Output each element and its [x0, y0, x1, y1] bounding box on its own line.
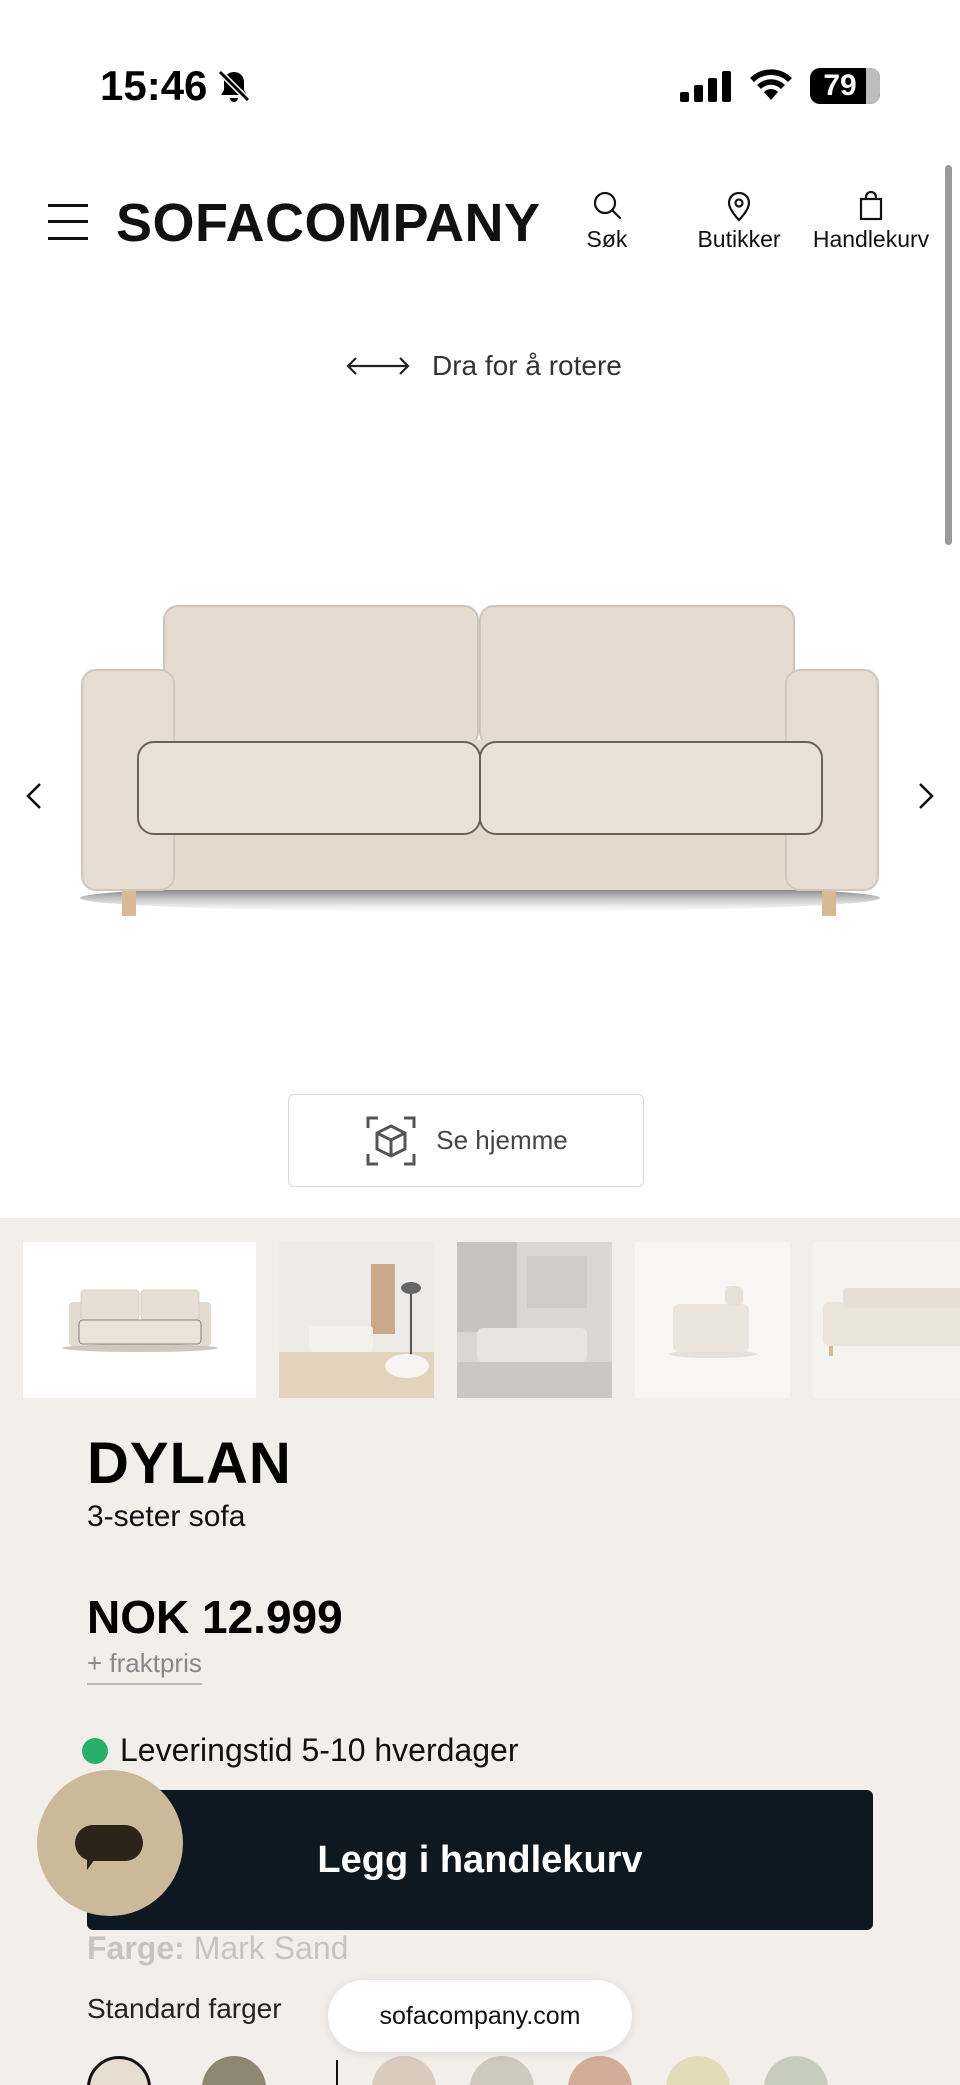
nav-search-label: Søk [586, 226, 628, 252]
menu-icon[interactable] [48, 200, 88, 244]
color-value: Mark Sand [193, 1930, 349, 1966]
see-at-home-button[interactable]: Se hjemme [288, 1094, 644, 1187]
add-to-cart-label: Legg i handlekurv [317, 1838, 643, 1881]
thumbnail-sofa-front[interactable] [23, 1242, 256, 1398]
swatch-divider [336, 2060, 338, 2085]
nav-search[interactable]: Søk [580, 190, 634, 253]
thumbnail-living-room-2[interactable] [457, 1242, 612, 1398]
battery-icon: 79 [810, 68, 880, 104]
browser-url: sofacompany.com [379, 2001, 581, 2030]
search-icon [593, 191, 622, 220]
standard-colors-label: Standard farger [87, 1993, 282, 2024]
thumbnail-sofa-side[interactable] [635, 1242, 790, 1398]
nav-stores-label: Butikker [697, 226, 781, 252]
see-at-home-label: Se hjemme [436, 1125, 568, 1155]
scrollbar[interactable] [945, 165, 952, 545]
bell-off-icon [217, 69, 251, 103]
ar-cube-icon [366, 1116, 416, 1165]
status-bar: 15:46 79 [0, 0, 960, 140]
thumbnail-sofa-angle[interactable] [813, 1242, 960, 1398]
color-selection-label: Farge: Mark Sand [87, 1930, 348, 1967]
nav-cart[interactable]: Handlekurv [808, 190, 934, 253]
wifi-icon [750, 69, 792, 100]
battery-level: 79 [823, 69, 857, 102]
delivery-time: Leveringstid 5-10 hverdager [82, 1732, 518, 1769]
horizontal-arrows-icon [346, 357, 410, 375]
chevron-right-icon[interactable] [914, 776, 938, 816]
status-time: 15:46 [100, 62, 208, 109]
add-to-cart-button[interactable]: Legg i handlekurv [87, 1790, 873, 1930]
location-pin-icon [727, 191, 751, 222]
product-subtitle: 3-seter sofa [87, 1500, 246, 1533]
in-stock-dot-icon [82, 1737, 108, 1764]
browser-url-bar[interactable]: sofacompany.com [328, 1980, 632, 2052]
shopping-bag-icon [859, 190, 883, 221]
cell-signal-icon [680, 70, 731, 102]
color-label: Farge: [87, 1930, 185, 1966]
thumbnail-living-room-1[interactable] [279, 1242, 434, 1398]
nav-cart-label: Handlekurv [812, 226, 930, 252]
shipping-price-link[interactable]: + fraktpris [87, 1648, 202, 1685]
product-price: NOK 12.999 [87, 1591, 343, 1643]
site-logo[interactable]: SOFACOMPANY [116, 192, 541, 254]
sofa-3d-image[interactable] [60, 590, 920, 930]
chevron-left-icon[interactable] [22, 776, 46, 816]
product-name: DYLAN [87, 1431, 292, 1496]
nav-stores[interactable]: Butikker [692, 190, 786, 253]
rotate-hint-label: Dra for å rotere [432, 350, 622, 381]
image-thumbnails [0, 1242, 960, 1400]
chat-bubble-icon [75, 1825, 143, 1861]
chat-button[interactable] [37, 1770, 183, 1916]
rotate-hint: Dra for å rotere [344, 350, 622, 382]
delivery-time-label: Leveringstid 5-10 hverdager [120, 1732, 519, 1768]
